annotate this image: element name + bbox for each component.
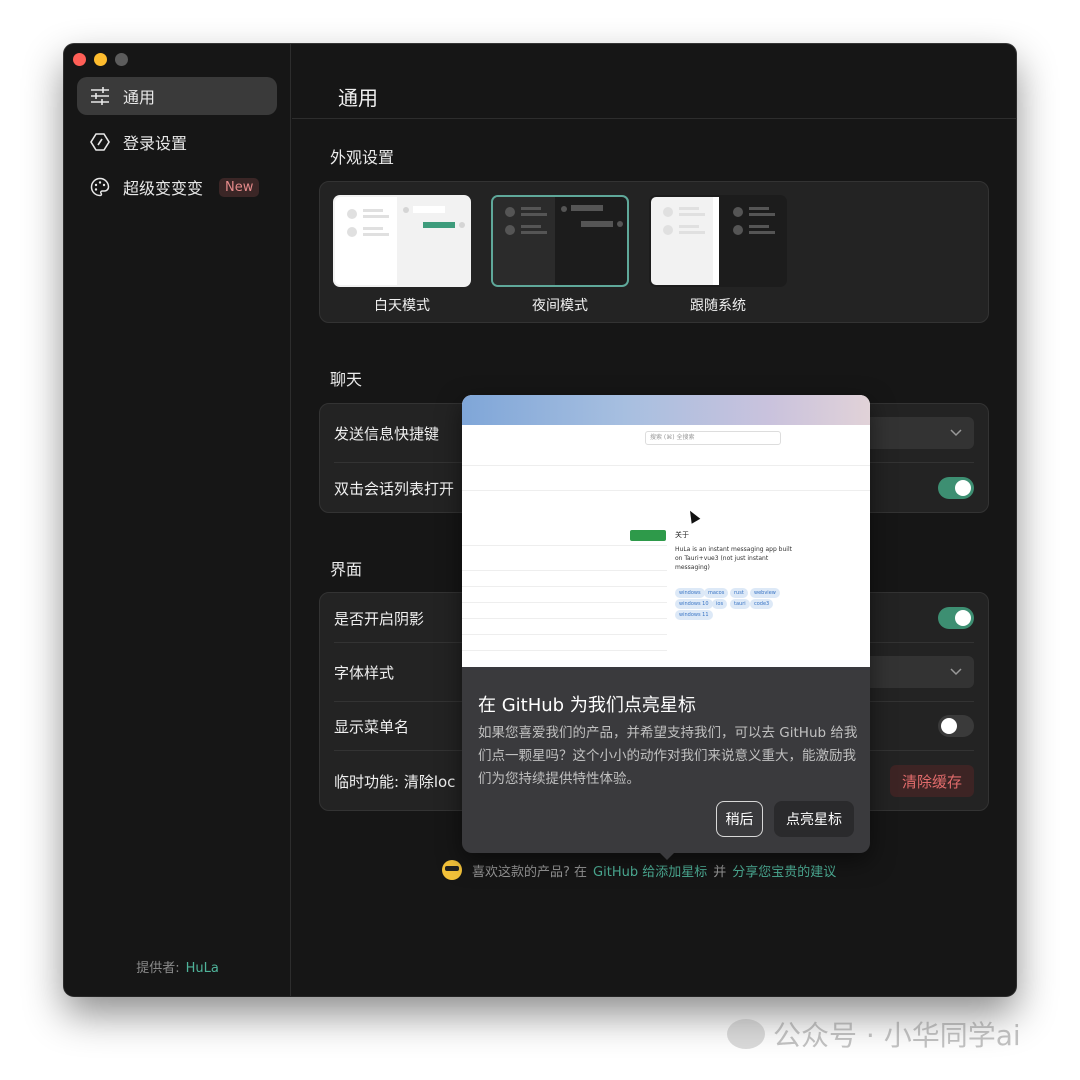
chevron-down-icon [950, 668, 962, 676]
preview-divider [462, 490, 870, 491]
sidebar-item-transform[interactable]: 超级变变变 New [77, 168, 277, 206]
interface-section-title: 界面 [330, 560, 363, 579]
star-button[interactable]: 点亮星标 [774, 801, 854, 837]
row-label: 显示菜单名 [334, 717, 410, 736]
theme-light-option[interactable]: 白天模式 [333, 195, 471, 315]
sidebar-item-general[interactable]: 通用 [77, 77, 277, 115]
watermark: 公众号 · 小华同学ai [727, 1014, 1021, 1054]
page-title: 通用 [338, 86, 378, 110]
new-badge: New [219, 177, 260, 197]
preview-list-row [462, 586, 667, 587]
github-preview-image: 搜索 (⌘) 全搜索 关于 HuLa is an instant messagi… [462, 395, 870, 667]
sidebar-item-login-settings[interactable]: 登录设置 [77, 123, 277, 161]
double-click-open-toggle[interactable] [938, 477, 974, 499]
github-footer-note: 喜欢这款的产品? 在 GitHub 给添加星标 并 分享您宝贵的建议 [442, 860, 836, 880]
hexagon-icon [89, 131, 111, 153]
preview-divider [462, 545, 667, 546]
preview-tag: rust [730, 588, 748, 598]
preview-tag: webview [750, 588, 780, 598]
sidebar-item-label: 超级变变变 [123, 179, 204, 198]
theme-label: 夜间模式 [532, 298, 588, 314]
github-star-popup: 搜索 (⌘) 全搜索 关于 HuLa is an instant messagi… [462, 395, 870, 853]
sidebar-item-label: 登录设置 [123, 134, 188, 153]
later-button[interactable]: 稍后 [716, 801, 763, 837]
mouse-cursor-icon [685, 508, 701, 524]
theme-label: 白天模式 [374, 298, 430, 314]
chat-section-title: 聊天 [330, 370, 363, 389]
row-label: 双击会话列表打开 [334, 479, 455, 498]
preview-list-row [462, 618, 667, 619]
preview-tag: code3 [750, 599, 774, 609]
preview-code-button [630, 530, 666, 541]
sliders-icon [89, 85, 111, 107]
preview-tag: windows [675, 588, 705, 598]
theme-dark-preview [491, 195, 629, 287]
appearance-section-title: 外观设置 [330, 148, 395, 167]
palette-icon [89, 176, 111, 198]
zoom-window-button[interactable] [115, 53, 128, 66]
preview-banner [462, 395, 870, 425]
theme-dark-option[interactable]: 夜间模式 [491, 195, 629, 315]
footer-middle: 并 [713, 864, 727, 880]
preview-tag: macos [704, 588, 729, 598]
preview-tag: tauri [730, 599, 750, 609]
preview-tag: windows 10 [675, 599, 713, 609]
theme-system-option[interactable]: 跟随系统 [649, 195, 787, 315]
title-divider [292, 118, 1016, 119]
preview-about-text: HuLa is an instant messaging app built o… [675, 546, 792, 571]
provider-label: 提供者: [136, 961, 180, 976]
wechat-icon [727, 1019, 765, 1049]
feedback-link[interactable]: 分享您宝贵的建议 [732, 861, 836, 880]
preview-divider [462, 465, 870, 466]
theme-label: 跟随系统 [690, 298, 746, 314]
sidebar: 通用 登录设置 超级变变变 New 提供者: HuLa [64, 44, 291, 996]
preview-list-row [462, 570, 667, 571]
github-star-link[interactable]: GitHub 给添加星标 [593, 861, 707, 880]
appearance-card: 白天模式 夜间模式 跟随系统 [319, 181, 989, 323]
shadow-toggle[interactable] [938, 607, 974, 629]
preview-list-row [462, 650, 667, 651]
preview-tag: windows 11 [675, 610, 713, 620]
row-label: 是否开启阴影 [334, 609, 425, 628]
provider-credit: 提供者: HuLa [64, 957, 291, 976]
chevron-down-icon [950, 429, 962, 437]
preview-tag: ios [712, 599, 728, 609]
popup-arrow [659, 852, 675, 860]
preview-about-title: 关于 [675, 531, 689, 539]
popup-body: 如果您喜爱我们的产品，并希望支持我们，可以去 GitHub 给我们点一颗星吗？这… [478, 725, 858, 787]
provider-link[interactable]: HuLa [186, 961, 219, 976]
clear-cache-button[interactable]: 清除缓存 [889, 765, 974, 797]
show-menu-name-toggle[interactable] [938, 715, 974, 737]
send-shortcut-select[interactable] [864, 417, 974, 449]
traffic-lights [73, 53, 128, 66]
watermark-text: 公众号 · 小华同学ai [773, 1019, 1021, 1052]
theme-light-preview [333, 195, 471, 287]
row-label: 临时功能: 清除loc [334, 772, 456, 791]
minimize-window-button[interactable] [94, 53, 107, 66]
popup-title: 在 GitHub 为我们点亮星标 [478, 695, 696, 716]
font-style-select[interactable] [864, 656, 974, 688]
preview-search-bar: 搜索 (⌘) 全搜索 [645, 431, 781, 445]
preview-list-row [462, 634, 667, 635]
theme-system-preview [649, 195, 787, 287]
sunglasses-emoji-icon [442, 860, 462, 880]
preview-list-row [462, 602, 667, 603]
row-label: 字体样式 [334, 663, 395, 682]
sidebar-item-label: 通用 [123, 88, 156, 107]
row-label: 发送信息快捷键 [334, 424, 440, 443]
footer-prefix: 喜欢这款的产品? 在 [472, 864, 588, 880]
close-window-button[interactable] [73, 53, 86, 66]
